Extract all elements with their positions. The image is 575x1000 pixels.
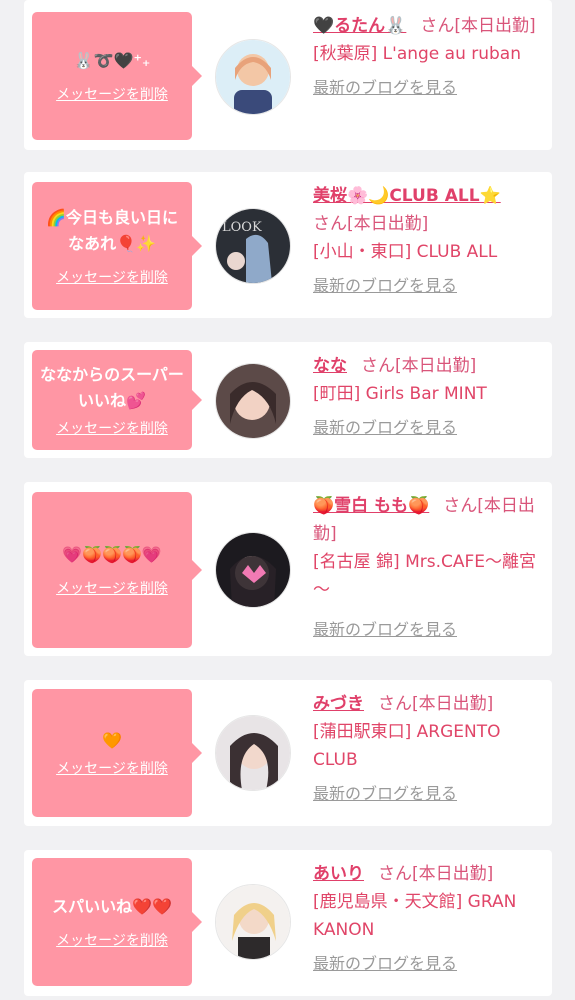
message-card: ななからのスーパーいいね💕 メッセージを削除 なな さん[本日出勤] [町田] G… [24,342,552,458]
shop-label: [蒲田駅東口] ARGENTO CLUB [313,722,501,770]
honorific: さん [361,356,395,376]
card-info: みづき さん[本日出勤] [蒲田駅東口] ARGENTO CLUB 最新のブログを… [313,690,545,808]
shop-label: [鹿児島県・天文館] GRAN KANON [313,892,517,940]
message-bubble: 🧡 メッセージを削除 [32,689,202,817]
latest-blog-link[interactable]: 最新のブログを見る [313,74,545,102]
delete-message-link[interactable]: メッセージを削除 [56,758,168,778]
avatar[interactable] [215,39,291,115]
avatar[interactable] [215,715,291,791]
avatar[interactable] [215,884,291,960]
message-bubble: 💗🍑🍑🍑💗 メッセージを削除 [32,492,202,648]
delete-message-link[interactable]: メッセージを削除 [56,578,168,598]
delete-message-link[interactable]: メッセージを削除 [56,930,168,950]
latest-blog-link[interactable]: 最新のブログを見る [313,616,545,644]
message-text: ななからのスーパーいいね💕 [40,365,184,410]
avatar-photo-icon [216,533,290,607]
latest-blog-link[interactable]: 最新のブログを見る [313,780,545,808]
avatar-photo-icon [216,364,290,438]
shop-label: [秋葉原] L'ange au ruban [313,44,522,64]
message-card: 🌈今日も良い日になあれ🎈✨ メッセージを削除 LOOK 美桜🌸🌙CLUB ALL… [24,172,552,318]
honorific: さん [443,496,478,516]
message-text: 🌈今日も良い日になあれ🎈✨ [46,208,178,253]
status-label: [本日出勤] [395,356,477,376]
honorific: さん [378,694,412,714]
avatar-photo-icon: LOOK [216,209,290,283]
message-bubble: ななからのスーパーいいね💕 メッセージを削除 [32,350,202,450]
honorific: さん [378,864,412,884]
cast-name-link[interactable]: なな [313,356,347,376]
honorific: さん [313,214,347,234]
card-info: 🍑雪白 もも🍑 さん[本日出勤] [名古屋 錦] Mrs.CAFE～離宮～ 最新の… [313,492,545,644]
cast-name-link[interactable]: みづき [313,694,364,714]
card-info: あいり さん[本日出勤] [鹿児島県・天文館] GRAN KANON 最新のブログ… [313,860,545,978]
avatar[interactable] [215,363,291,439]
cast-name-link[interactable]: あいり [313,864,364,884]
avatar-photo-icon [216,716,290,790]
shop-label: [名古屋 錦] Mrs.CAFE～離宮～ [313,552,537,600]
avatar[interactable] [215,532,291,608]
status-label: [本日出勤] [412,864,494,884]
message-card: 💗🍑🍑🍑💗 メッセージを削除 🍑雪白 もも🍑 さん[本日出勤] [名古屋 錦] M… [24,482,552,656]
card-info: 美桜🌸🌙CLUB ALL⭐ さん[本日出勤] [小山・東口] CLUB ALL 最… [313,182,545,300]
message-bubble: 🌈今日も良い日になあれ🎈✨ メッセージを削除 [32,182,202,310]
svg-text:LOOK: LOOK [222,220,262,235]
latest-blog-link[interactable]: 最新のブログを見る [313,414,545,442]
latest-blog-link[interactable]: 最新のブログを見る [313,950,545,978]
cast-name-link[interactable]: 🖤るたん🐰 [313,16,406,36]
message-text: 🐰➰🖤⁺₊ [73,51,151,70]
message-text: 🧡 [102,731,122,750]
message-text: 💗🍑🍑🍑💗 [62,545,162,564]
shop-label: [町田] Girls Bar MINT [313,384,487,404]
latest-blog-link[interactable]: 最新のブログを見る [313,272,545,300]
avatar[interactable]: LOOK [215,208,291,284]
status-label: [本日出勤] [347,214,429,234]
message-text: スパいいね❤️❤️ [52,897,172,916]
card-info: なな さん[本日出勤] [町田] Girls Bar MINT 最新のブログを見る [313,352,545,442]
message-card: スパいいね❤️❤️ メッセージを削除 あいり さん[本日出勤] [鹿児島県・天文館… [24,850,552,996]
delete-message-link[interactable]: メッセージを削除 [56,418,168,438]
status-label: [本日出勤] [412,694,494,714]
status-label: [本日出勤] [454,16,536,36]
message-card: 🧡 メッセージを削除 みづき さん[本日出勤] [蒲田駅東口] ARGENTO C… [24,680,552,826]
delete-message-link[interactable]: メッセージを削除 [56,267,168,287]
cast-name-link[interactable]: 美桜🌸🌙CLUB ALL⭐ [313,186,501,206]
message-bubble: スパいいね❤️❤️ メッセージを削除 [32,858,202,986]
avatar-photo-icon [216,40,290,114]
card-info: 🖤るたん🐰 さん[本日出勤] [秋葉原] L'ange au ruban 最新のブ… [313,12,545,102]
cast-name-link[interactable]: 🍑雪白 もも🍑 [313,496,429,516]
delete-message-link[interactable]: メッセージを削除 [56,84,168,104]
message-bubble: 🐰➰🖤⁺₊ メッセージを削除 [32,12,202,140]
message-card: 🐰➰🖤⁺₊ メッセージを削除 🖤るたん🐰 さん[本日出勤] [秋葉原] L'ang… [24,0,552,150]
shop-label: [小山・東口] CLUB ALL [313,242,498,262]
honorific: さん [420,16,455,36]
avatar-photo-icon [216,885,290,959]
